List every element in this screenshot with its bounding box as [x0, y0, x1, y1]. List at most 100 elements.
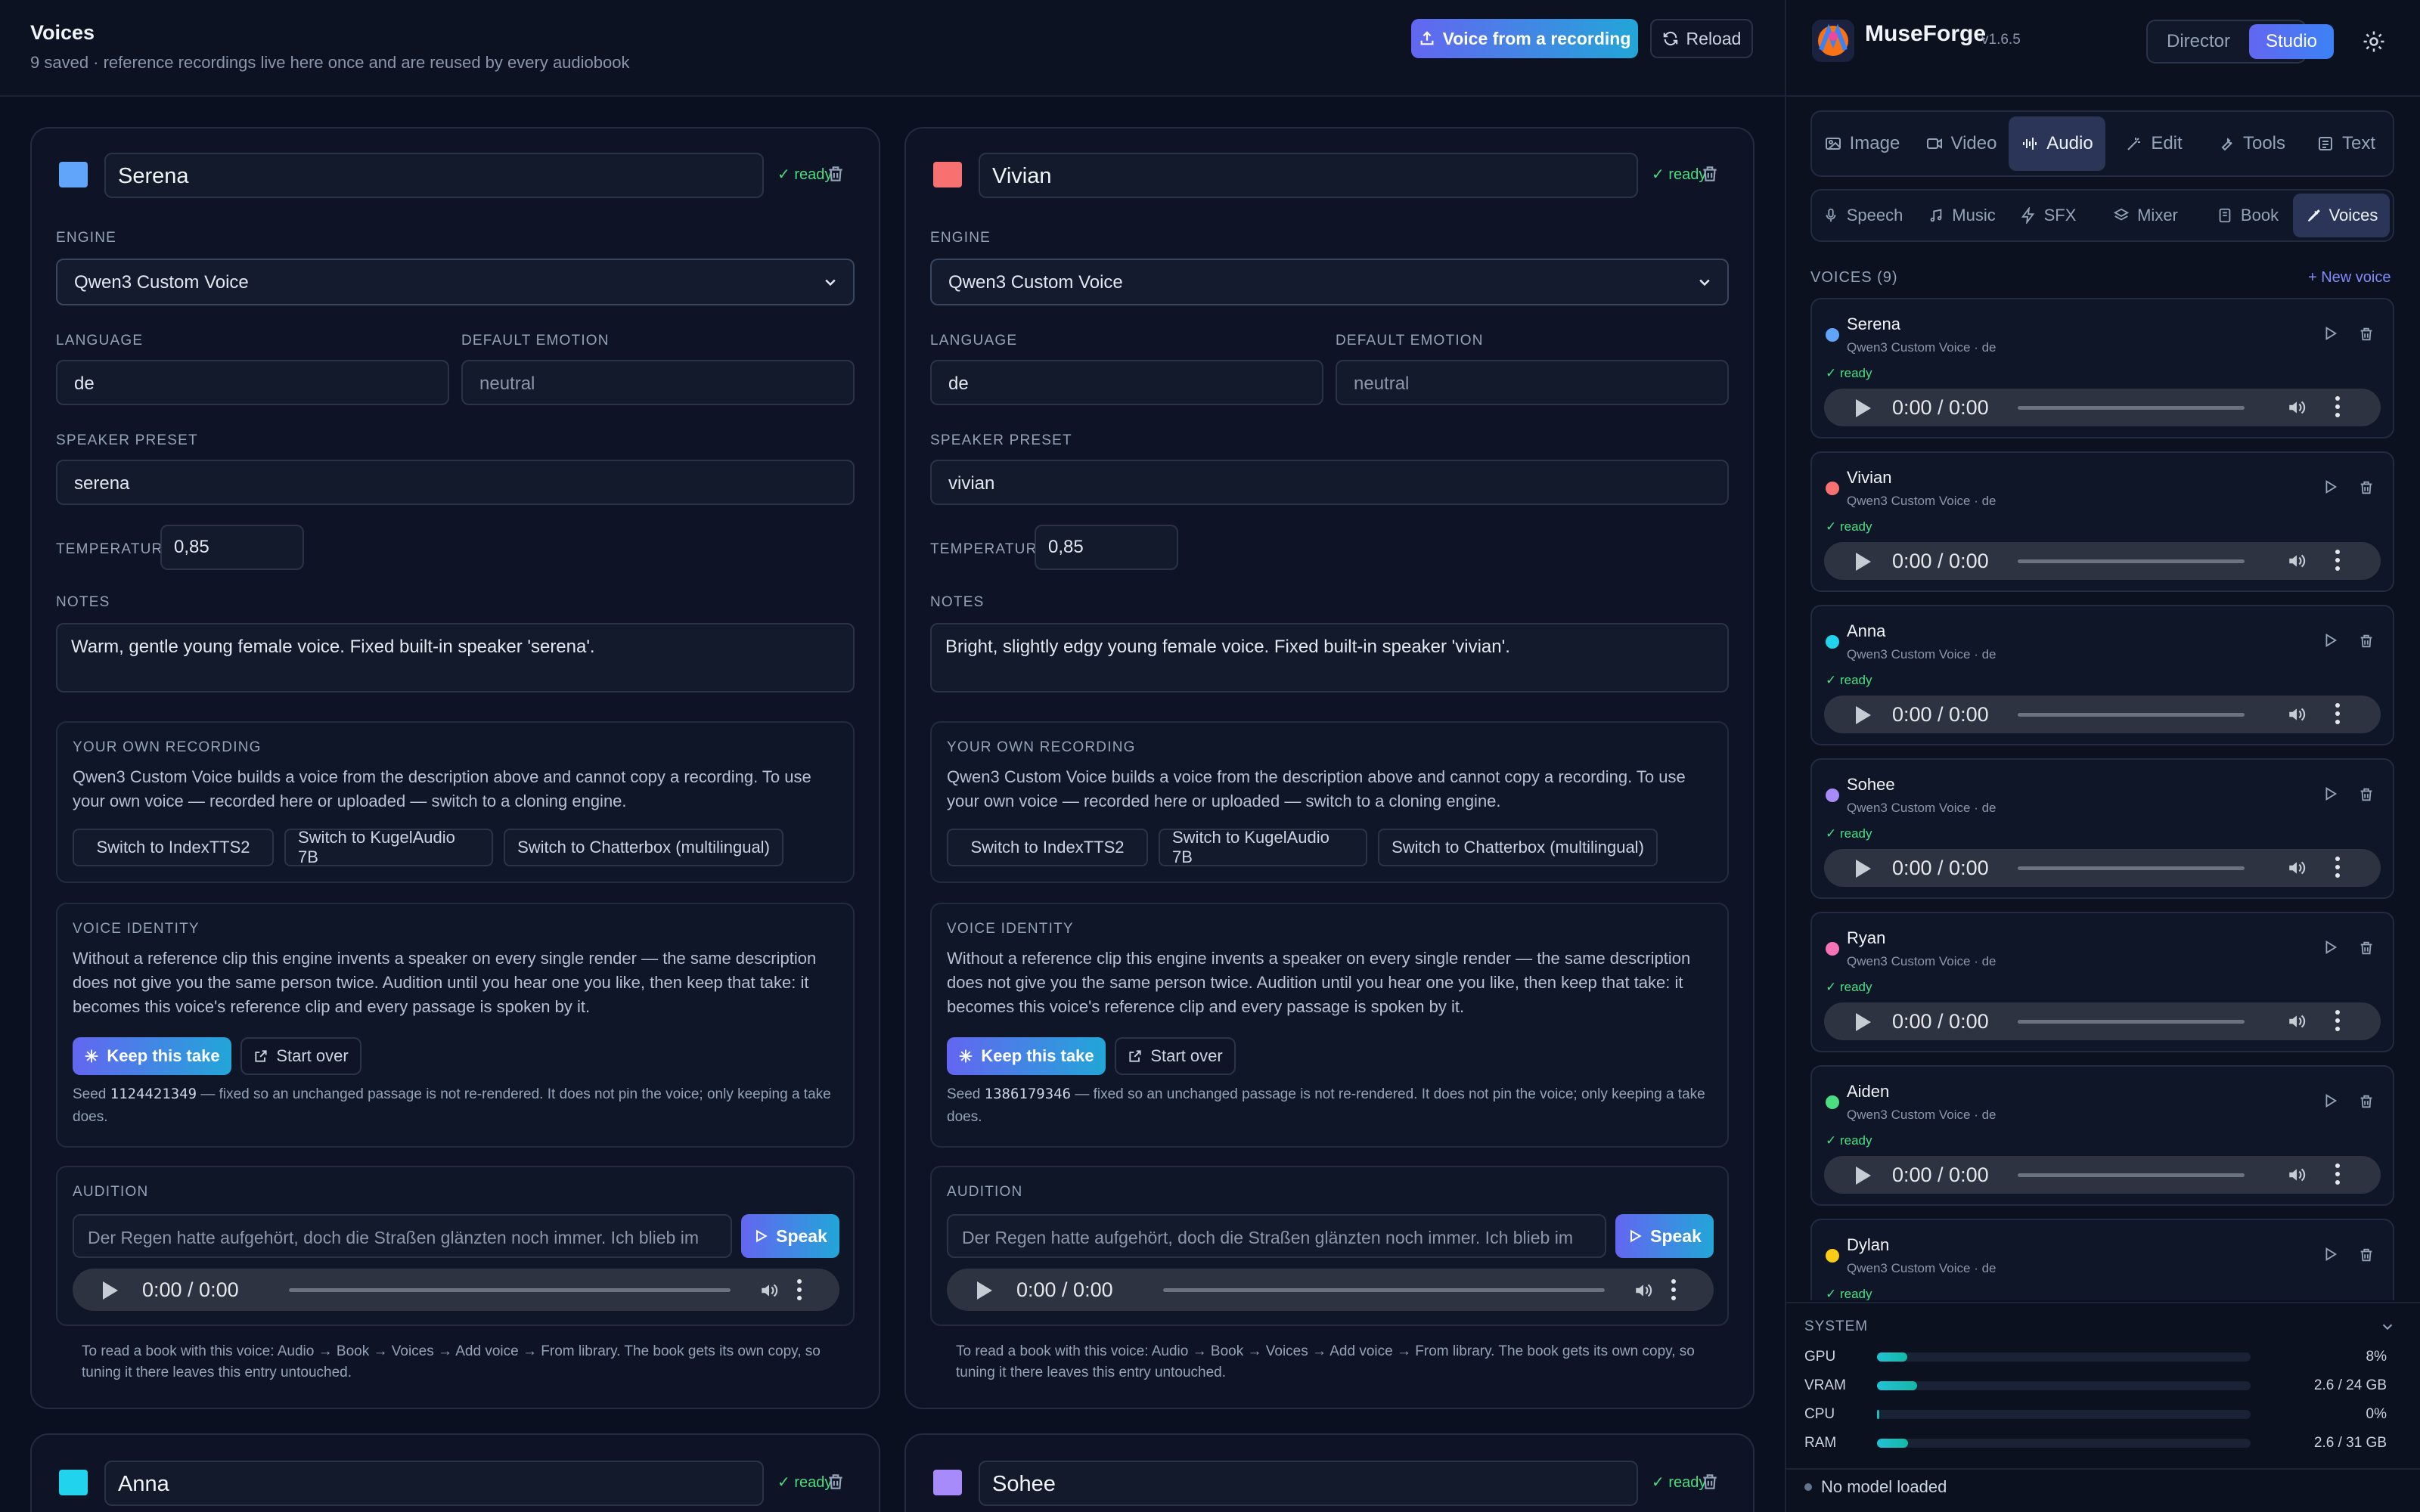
chevron-down-icon[interactable] [2379, 1318, 2396, 1335]
tab-image[interactable]: Image [1817, 116, 1907, 171]
trash-icon[interactable] [2358, 1092, 2375, 1111]
switch-indextts-button[interactable]: Switch to IndexTTS2 [73, 829, 274, 866]
play-icon[interactable] [2322, 1092, 2338, 1109]
play-icon[interactable] [2322, 325, 2338, 342]
speaker-preset-input[interactable]: vivian [930, 460, 1729, 505]
voice-name-input[interactable]: Vivian [979, 153, 1638, 198]
volume-icon[interactable] [2285, 858, 2308, 878]
subtab-sfx[interactable]: SFX [2012, 194, 2084, 237]
start-over-button[interactable]: Start over [1115, 1037, 1236, 1075]
player-seek[interactable] [289, 1288, 731, 1292]
volume-icon[interactable] [2285, 1012, 2308, 1031]
trash-icon[interactable] [1700, 163, 1720, 184]
player-seek[interactable] [2018, 1020, 2245, 1024]
tab-text[interactable]: Text [2304, 116, 2388, 171]
speak-button[interactable]: Speak [741, 1214, 839, 1258]
volume-icon[interactable] [2285, 398, 2308, 417]
engine-select[interactable]: Qwen3 Custom Voice [56, 259, 855, 305]
player-seek[interactable] [2018, 713, 2245, 717]
player-seek[interactable] [2018, 406, 2245, 410]
audition-text-input[interactable]: Der Regen hatte aufgehört, doch die Stra… [73, 1214, 732, 1258]
mode-director-button[interactable]: Director [2149, 23, 2248, 60]
trash-icon[interactable] [2358, 939, 2375, 957]
voice-name-input[interactable]: Serena [104, 153, 764, 198]
tab-video[interactable]: Video [1916, 116, 2006, 171]
player-menu[interactable] [2335, 857, 2340, 879]
player-seek[interactable] [1163, 1288, 1605, 1292]
tab-audio[interactable]: Audio [2009, 116, 2105, 171]
subtab-mixer[interactable]: Mixer [2089, 194, 2202, 237]
temperature-input[interactable]: 0,85 [160, 525, 304, 570]
default-emotion-input[interactable]: neutral [461, 360, 855, 405]
voice-list[interactable]: Serena Qwen3 Custom Voice · de ✓ ready 0:00… [1810, 298, 2394, 1300]
subtab-voices[interactable]: Voices [2293, 194, 2390, 237]
voice-list-item[interactable] [1810, 1219, 2394, 1300]
player-seek[interactable] [2018, 866, 2245, 870]
temperature-input[interactable]: 0,85 [1035, 525, 1178, 570]
audio-player[interactable]: 0:00 / 0:00 [1824, 1156, 2381, 1194]
volume-icon[interactable] [2285, 1165, 2308, 1185]
new-voice-button[interactable]: + New voice [2308, 269, 2391, 287]
voice-color-swatch[interactable] [933, 1470, 962, 1495]
settings-gear-icon[interactable] [2361, 29, 2387, 54]
tab-tools[interactable]: Tools [2202, 116, 2301, 171]
trash-icon[interactable] [2358, 785, 2375, 804]
player-menu[interactable] [2335, 703, 2340, 726]
subtab-book[interactable]: Book [2207, 194, 2288, 237]
language-input[interactable]: de [56, 360, 449, 405]
play-icon[interactable] [2322, 479, 2338, 495]
audio-player[interactable]: 0:00 / 0:00 [1824, 542, 2381, 580]
tab-edit[interactable]: Edit [2110, 116, 2198, 171]
audio-player[interactable]: 0:00 / 0:00 [73, 1269, 839, 1311]
voice-color-swatch[interactable] [59, 1470, 88, 1495]
trash-icon[interactable] [2358, 1246, 2375, 1264]
switch-chatterbox-button[interactable]: Switch to Chatterbox (multilingual) [1378, 829, 1658, 866]
play-icon[interactable] [2322, 785, 2338, 802]
speak-button[interactable]: Speak [1615, 1214, 1714, 1258]
voice-color-swatch[interactable] [59, 162, 88, 187]
switch-kugelaudio-button[interactable]: Switch to KugelAudio 7B [1159, 828, 1367, 866]
player-menu[interactable] [2335, 1010, 2340, 1033]
player-menu[interactable] [1671, 1279, 1676, 1302]
player-menu[interactable] [2335, 550, 2340, 572]
trash-icon[interactable] [2358, 479, 2375, 497]
switch-kugelaudio-button[interactable]: Switch to KugelAudio 7B [284, 828, 493, 866]
engine-select[interactable]: Qwen3 Custom Voice [930, 259, 1729, 305]
trash-icon[interactable] [2358, 325, 2375, 343]
volume-icon[interactable] [758, 1281, 780, 1300]
mode-studio-button[interactable]: Studio [2249, 24, 2334, 59]
keep-take-button[interactable]: Keep this take [947, 1037, 1106, 1075]
trash-icon[interactable] [826, 1471, 845, 1492]
subtab-music[interactable]: Music [1915, 194, 2009, 237]
player-menu[interactable] [797, 1279, 802, 1302]
audio-player[interactable]: 0:00 / 0:00 [1824, 1002, 2381, 1040]
audio-player[interactable]: 0:00 / 0:00 [1824, 696, 2381, 733]
notes-textarea[interactable]: Bright, slightly edgy young female voice… [930, 623, 1729, 692]
audio-player[interactable]: 0:00 / 0:00 [1824, 849, 2381, 887]
play-icon[interactable] [2322, 632, 2338, 649]
player-seek[interactable] [2018, 1173, 2245, 1177]
language-input[interactable]: de [930, 360, 1323, 405]
trash-icon[interactable] [1700, 1471, 1720, 1492]
audio-player[interactable]: 0:00 / 0:00 [947, 1269, 1714, 1311]
volume-icon[interactable] [2285, 551, 2308, 571]
play-icon[interactable] [2322, 939, 2338, 956]
notes-textarea[interactable]: Warm, gentle young female voice. Fixed b… [56, 623, 855, 692]
default-emotion-input[interactable]: neutral [1336, 360, 1729, 405]
player-menu[interactable] [2335, 396, 2340, 419]
keep-take-button[interactable]: Keep this take [73, 1037, 231, 1075]
switch-indextts-button[interactable]: Switch to IndexTTS2 [947, 829, 1148, 866]
player-menu[interactable] [2335, 1163, 2340, 1186]
volume-icon[interactable] [1632, 1281, 1655, 1300]
voice-name-input[interactable]: Sohee [979, 1461, 1638, 1506]
trash-icon[interactable] [826, 163, 845, 184]
voice-color-swatch[interactable] [933, 162, 962, 187]
voice-name-input[interactable]: Anna [104, 1461, 764, 1506]
speaker-preset-input[interactable]: serena [56, 460, 855, 505]
player-seek[interactable] [2018, 559, 2245, 563]
subtab-speech[interactable]: Speech [1815, 194, 1910, 237]
reload-button[interactable]: Reload [1650, 19, 1753, 58]
audio-player[interactable]: 0:00 / 0:00 [1824, 389, 2381, 426]
audition-text-input[interactable]: Der Regen hatte aufgehört, doch die Stra… [947, 1214, 1606, 1258]
voice-from-recording-button[interactable]: Voice from a recording [1411, 19, 1638, 58]
